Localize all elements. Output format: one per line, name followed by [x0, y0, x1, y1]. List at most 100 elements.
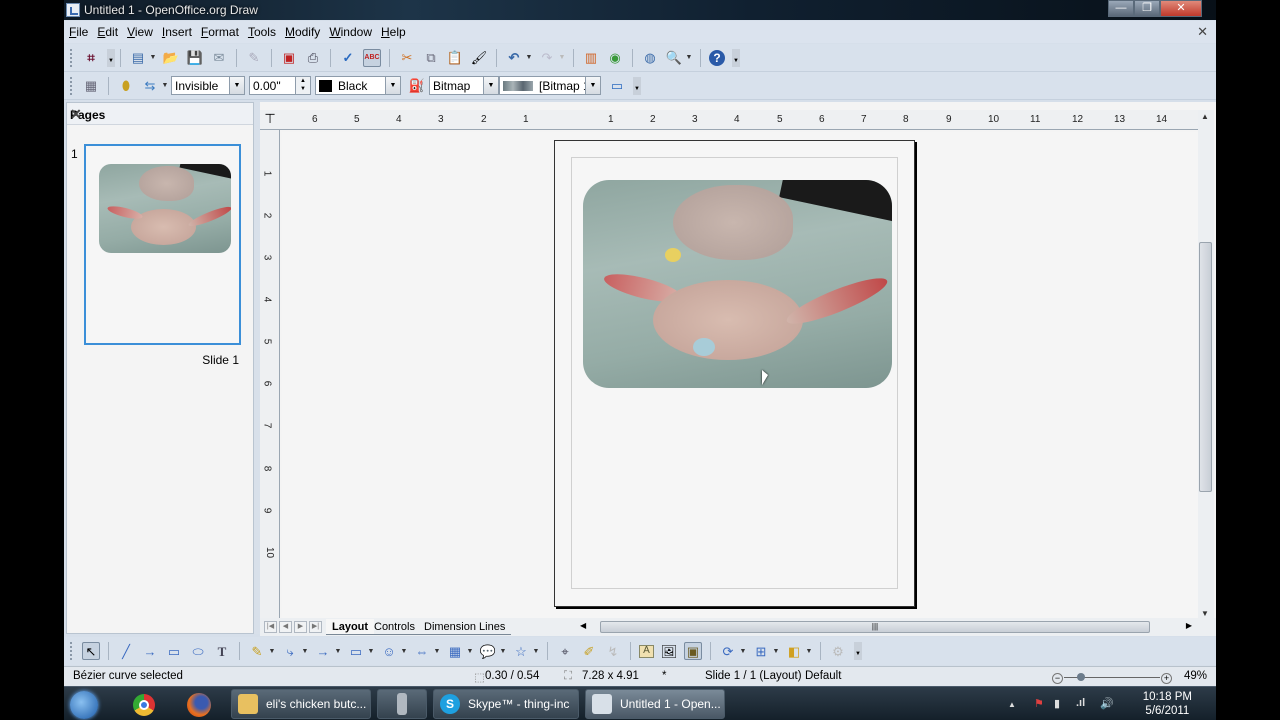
gallery-icon[interactable]: ◉	[606, 49, 624, 67]
scroll-up-icon[interactable]: ▲	[1201, 112, 1209, 121]
next-tab-icon[interactable]: ▶	[294, 621, 307, 633]
close-icon[interactable]: ✕	[70, 106, 247, 123]
vertical-ruler[interactable]: 1 2 3 4 5 6 7 8 9 10	[260, 130, 280, 620]
taskbar-item-folder[interactable]: eli's chicken butc...	[231, 689, 371, 719]
area-style-select[interactable]: Bitmap ▼	[429, 76, 499, 95]
toolbar-grip[interactable]	[70, 642, 73, 660]
last-tab-icon[interactable]: ▶|	[309, 621, 322, 633]
save-icon[interactable]: 💾	[186, 49, 204, 67]
line-color-select[interactable]: Black ▼	[315, 76, 401, 95]
line-style-select[interactable]: Invisible ▼	[171, 76, 245, 95]
menu-tools[interactable]: Tools	[248, 25, 276, 39]
dropdown-icon[interactable]: ▼	[268, 642, 276, 660]
scroll-left-icon[interactable]: ◀	[580, 621, 586, 630]
email-icon[interactable]: ✉	[210, 49, 228, 67]
action-center-flag-icon[interactable]: ⚑	[1034, 697, 1044, 710]
line-style-dropdown-icon[interactable]: ▼	[161, 77, 169, 95]
block-arrows-icon[interactable]: ⇔	[413, 642, 431, 660]
dropdown-icon[interactable]: ▼	[532, 642, 540, 660]
help-icon[interactable]: ?	[709, 49, 725, 66]
spin-buttons-icon[interactable]: ▲ ▼	[295, 77, 310, 94]
dropdown-icon[interactable]: ▼	[367, 642, 375, 660]
tab-layout[interactable]: Layout	[326, 619, 375, 635]
tab-stop-icon[interactable]: ⊤	[262, 112, 278, 128]
redo-dropdown-icon[interactable]: ▼	[558, 49, 566, 67]
dropdown-icon[interactable]: ▼	[805, 642, 813, 660]
taskbar-item-openoffice[interactable]: Untitled 1 - Open...	[585, 689, 725, 719]
rotate-icon[interactable]: ⟳	[719, 642, 737, 660]
line-style-icon[interactable]: ⇆	[141, 77, 159, 95]
styles-icon[interactable]: ▦	[82, 77, 100, 95]
prev-tab-icon[interactable]: ◀	[279, 621, 292, 633]
line-arrow-icon[interactable]: →	[141, 642, 159, 660]
callouts-icon[interactable]: 💬	[479, 642, 497, 660]
redo-icon[interactable]: ↷	[538, 49, 556, 67]
chevron-down-icon[interactable]: ▼	[229, 77, 244, 94]
menu-format[interactable]: Format	[201, 25, 239, 39]
area-fill-select[interactable]: [Bitmap 1] ▼	[499, 76, 601, 95]
network-signal-icon[interactable]: .ıl	[1076, 697, 1085, 709]
clock[interactable]: 10:18 PM 5/6/2011	[1143, 690, 1192, 718]
zoom-icon[interactable]: 🔍	[665, 49, 683, 67]
open-icon[interactable]: 📂	[162, 49, 180, 67]
chevron-down-icon[interactable]: ▼	[585, 77, 600, 94]
start-button[interactable]	[64, 691, 104, 719]
minimize-button[interactable]: —	[1108, 0, 1134, 17]
spellcheck-icon[interactable]: ✓	[339, 49, 357, 67]
show-hidden-icons-icon[interactable]: ▲	[1008, 700, 1016, 709]
slide-thumbnail[interactable]	[84, 144, 241, 345]
menu-insert[interactable]: Insert	[162, 25, 192, 39]
crop-icon[interactable]: ⌗	[82, 49, 100, 67]
scrollbar-thumb[interactable]	[1199, 242, 1212, 492]
points-icon[interactable]: ⌖	[556, 642, 574, 660]
autospellcheck-icon[interactable]: ABC	[363, 48, 381, 67]
menu-window[interactable]: Window	[329, 25, 372, 39]
stars-icon[interactable]: ☆	[512, 642, 530, 660]
menu-modify[interactable]: Modify	[285, 25, 320, 39]
dropdown-icon[interactable]: ▼	[466, 642, 474, 660]
toggle-extrusion-icon[interactable]: ↯	[604, 642, 622, 660]
menu-help[interactable]: Help	[381, 25, 406, 39]
export-pdf-icon[interactable]: ▣	[280, 49, 298, 67]
clone-formatting-icon[interactable]: 🖌	[470, 49, 488, 67]
document-modified-indicator[interactable]: *	[662, 670, 666, 682]
toolbar-overflow-icon[interactable]: ▼	[107, 48, 115, 67]
zoom-percent[interactable]: 49%	[1184, 670, 1207, 682]
zoom-dropdown-icon[interactable]: ▼	[685, 49, 693, 67]
ellipse-icon[interactable]: ⬭	[189, 642, 207, 660]
scroll-down-icon[interactable]: ▼	[1201, 609, 1209, 618]
vertical-scrollbar[interactable]: ▲ ▼	[1198, 110, 1214, 620]
3d-effects-icon[interactable]: ⚙	[829, 642, 847, 660]
new-icon[interactable]: ▤	[129, 49, 147, 67]
toolbar-overflow-icon[interactable]: ▼	[854, 642, 862, 660]
scrollbar-thumb[interactable]: |||	[600, 621, 1150, 633]
menu-view[interactable]: View	[127, 25, 153, 39]
menu-file[interactable]: File	[69, 25, 88, 39]
line-ends-icon[interactable]: ⬮	[117, 77, 135, 95]
zoom-slider[interactable]: − +	[1052, 670, 1172, 684]
chart-icon[interactable]: ▥	[582, 49, 600, 67]
text-icon[interactable]: T	[213, 642, 231, 660]
toolbar-grip[interactable]	[70, 48, 73, 67]
dropdown-icon[interactable]: ▼	[772, 642, 780, 660]
paste-icon[interactable]: 📋	[446, 49, 464, 67]
navigator-icon[interactable]: ◍	[641, 49, 659, 67]
zoom-slider-handle[interactable]	[1077, 673, 1086, 681]
scroll-right-icon[interactable]: ▶	[1186, 621, 1192, 630]
first-tab-icon[interactable]: |◀	[264, 621, 277, 633]
restore-button[interactable]: ❐	[1134, 0, 1160, 17]
chrome-icon[interactable]	[124, 691, 164, 719]
chicken-bitmap-image[interactable]	[583, 180, 892, 388]
drawing-canvas[interactable]	[282, 132, 1198, 620]
line-width-field[interactable]: 0.00" ▲ ▼	[249, 76, 311, 95]
undo-icon[interactable]: ↶	[505, 49, 523, 67]
curve-icon[interactable]: ✎	[248, 642, 266, 660]
symbol-shapes-icon[interactable]: ☺	[380, 642, 398, 660]
taskbar-item-skype[interactable]: S Skype™ - thing-inc	[433, 689, 579, 719]
toolbar-overflow-icon[interactable]: ▼	[633, 76, 641, 95]
undo-dropdown-icon[interactable]: ▼	[525, 49, 533, 67]
edit-file-icon[interactable]: ✎	[245, 49, 263, 67]
toolbar-grip[interactable]	[70, 76, 73, 95]
dropdown-icon[interactable]: ▼	[433, 642, 441, 660]
dropdown-icon[interactable]: ▼	[301, 642, 309, 660]
